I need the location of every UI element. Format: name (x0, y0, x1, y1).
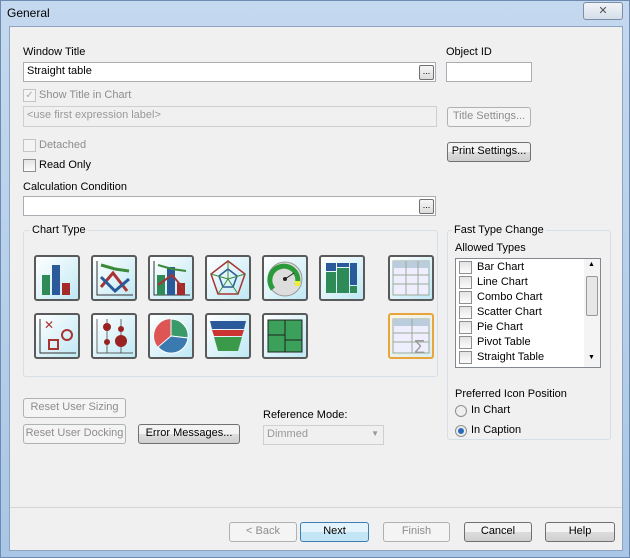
reference-mode-value: Dimmed (267, 428, 308, 440)
show-title-label: Show Title in Chart (39, 89, 132, 101)
scroll-up-icon[interactable]: ▲ (588, 261, 595, 268)
type-label: Pie Chart (477, 321, 523, 333)
svg-text:Σ: Σ (414, 337, 425, 357)
object-id-label: Object ID (446, 46, 492, 58)
footer-divider (10, 507, 622, 508)
straight-table-icon[interactable]: Σ (388, 313, 434, 359)
close-icon: ✕ (598, 5, 608, 17)
show-title-checkbox[interactable]: ✓ (23, 89, 36, 102)
pie-chart-icon[interactable] (148, 313, 194, 359)
calc-condition-browse-button[interactable]: ... (419, 199, 434, 214)
radar-chart-icon[interactable] (205, 255, 251, 301)
detached-label: Detached (39, 139, 87, 151)
pivot-table-icon[interactable] (388, 255, 434, 301)
type-label: Pivot Table (477, 336, 531, 348)
bar-chart-icon[interactable] (34, 255, 80, 301)
block-chart-icon[interactable] (262, 313, 308, 359)
type-label: Line Chart (477, 276, 528, 288)
read-only-label: Read Only (39, 159, 91, 171)
window-title-browse-button[interactable]: ... (419, 65, 434, 80)
type-checkbox[interactable] (459, 336, 472, 349)
read-only-checkbox[interactable] (23, 159, 36, 172)
reference-mode-label: Reference Mode: (263, 409, 348, 421)
type-checkbox[interactable] (459, 261, 472, 274)
in-chart-label: In Chart (471, 404, 511, 416)
title-settings-button[interactable]: Title Settings... (447, 107, 531, 127)
chart-type-group: Chart Type ✕ Σ (23, 224, 438, 377)
reference-mode-select[interactable]: Dimmed ▼ (263, 425, 384, 445)
object-id-input[interactable] (446, 62, 532, 82)
calc-condition-input[interactable] (23, 196, 436, 216)
allowed-types-label: Allowed Types (455, 242, 526, 254)
mekko-chart-icon[interactable] (319, 255, 365, 301)
reset-user-docking-button[interactable]: Reset User Docking (23, 424, 126, 444)
calc-condition-label: Calculation Condition (23, 181, 127, 193)
close-button[interactable]: ✕ (583, 2, 623, 20)
allowed-types-list[interactable]: Bar Chart Line Chart Combo Chart Scatter… (455, 258, 601, 368)
in-caption-label: In Caption (471, 424, 522, 436)
dialog-title: General (7, 6, 50, 20)
gauge-chart-icon[interactable] (262, 255, 308, 301)
type-checkbox[interactable] (459, 276, 472, 289)
error-messages-button[interactable]: Error Messages... (138, 424, 240, 444)
fast-type-change-label: Fast Type Change (452, 224, 546, 236)
fast-type-change-group: Fast Type Change Allowed Types Bar Chart… (447, 224, 611, 440)
type-label: Scatter Chart (477, 306, 542, 318)
chevron-down-icon: ▼ (371, 429, 379, 438)
back-button[interactable]: < Back (229, 522, 297, 542)
in-caption-radio[interactable] (455, 425, 467, 437)
combo-chart-icon[interactable] (148, 255, 194, 301)
window-title-label: Window Title (23, 46, 86, 58)
scatter-chart-icon[interactable]: ✕ (34, 313, 80, 359)
type-label: Combo Chart (477, 291, 543, 303)
scroll-thumb[interactable] (586, 276, 598, 316)
dialog-body: Window Title Straight table ... Object I… (9, 26, 623, 551)
type-checkbox[interactable] (459, 306, 472, 319)
print-settings-button[interactable]: Print Settings... (447, 142, 531, 162)
chart-type-label: Chart Type (30, 224, 88, 236)
scroll-down-icon[interactable]: ▼ (588, 354, 595, 361)
icon-position-label: Preferred Icon Position (455, 388, 567, 400)
line-chart-icon[interactable] (91, 255, 137, 301)
grid-chart-icon[interactable] (91, 313, 137, 359)
type-checkbox[interactable] (459, 321, 472, 334)
window-title-input[interactable]: Straight table (23, 62, 436, 82)
list-scrollbar[interactable]: ▲ ▼ (584, 259, 600, 367)
dialog-window: General ✕ Window Title Straight table ..… (0, 0, 630, 558)
funnel-chart-icon[interactable] (205, 313, 251, 359)
type-checkbox[interactable] (459, 291, 472, 304)
in-chart-radio[interactable] (455, 405, 467, 417)
type-label: Straight Table (477, 351, 545, 363)
type-checkbox[interactable] (459, 351, 472, 364)
svg-text:✕: ✕ (44, 318, 54, 332)
reset-user-sizing-button[interactable]: Reset User Sizing (23, 398, 126, 418)
cancel-button[interactable]: Cancel (464, 522, 532, 542)
type-label: Bar Chart (477, 261, 525, 273)
chart-title-input[interactable]: <use first expression label> (23, 106, 437, 127)
detached-checkbox[interactable] (23, 139, 36, 152)
next-button[interactable]: Next (300, 522, 369, 542)
finish-button[interactable]: Finish (383, 522, 450, 542)
help-button[interactable]: Help (545, 522, 615, 542)
